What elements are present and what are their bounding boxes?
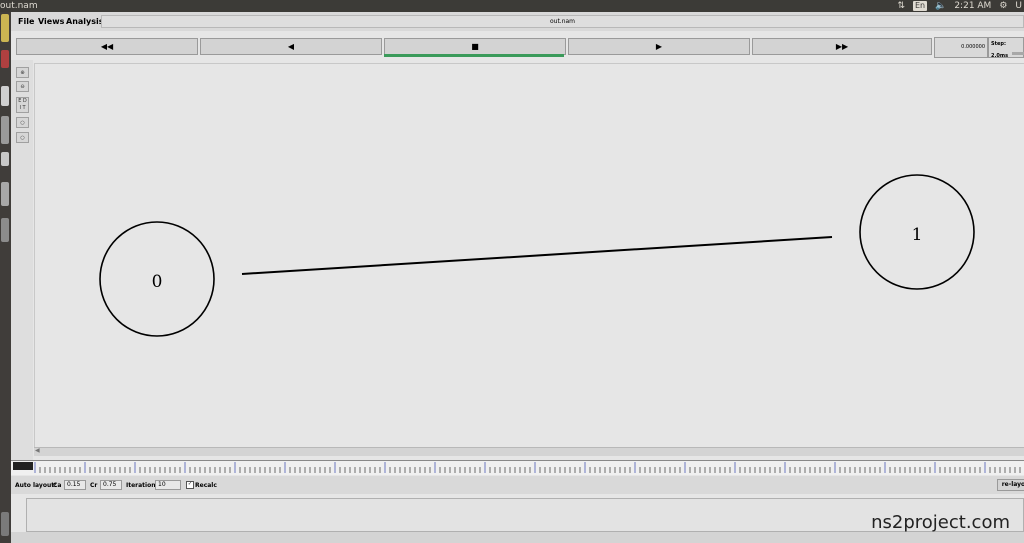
terminal-icon[interactable] bbox=[1, 218, 9, 242]
circle-icon[interactable]: ○ bbox=[16, 117, 29, 128]
circle-small-icon[interactable]: ○ bbox=[16, 132, 29, 143]
settings-icon[interactable] bbox=[1, 152, 9, 166]
keyboard-indicator[interactable]: En bbox=[912, 1, 928, 11]
ca-input[interactable]: 0.15 bbox=[64, 480, 86, 490]
timeline-ticks bbox=[34, 462, 1021, 473]
play-button[interactable]: ▶ bbox=[568, 38, 750, 55]
canvas-horizontal-scrollbar[interactable]: ◀ bbox=[34, 447, 1024, 456]
bottom-scrollbar[interactable] bbox=[11, 532, 1024, 543]
time-slider-handle[interactable] bbox=[13, 462, 33, 470]
menu-views[interactable]: Views bbox=[38, 17, 64, 26]
app-icon[interactable] bbox=[1, 182, 9, 206]
cr-input[interactable]: 0.75 bbox=[100, 480, 122, 490]
network-canvas[interactable]: 0 1 bbox=[34, 63, 1024, 448]
window-title: out.nam bbox=[0, 1, 38, 11]
clock[interactable]: 2:21 AM bbox=[954, 0, 991, 12]
auto-layout-label: Auto layout: bbox=[15, 482, 57, 489]
active-indicator bbox=[384, 54, 564, 57]
app-icon[interactable] bbox=[1, 50, 9, 68]
watermark-text: ns2project.com bbox=[871, 512, 1010, 533]
trash-icon[interactable] bbox=[1, 512, 9, 536]
node-1-label: 1 bbox=[912, 225, 923, 245]
fast-rewind-button[interactable]: ◀◀ bbox=[16, 38, 198, 55]
time-slider[interactable] bbox=[11, 460, 1024, 475]
fast-forward-button[interactable]: ▶▶ bbox=[752, 38, 932, 55]
topology-svg: 0 1 bbox=[99, 174, 975, 337]
network-icon[interactable]: ⇅ bbox=[897, 0, 905, 12]
link-0-1[interactable] bbox=[241, 236, 833, 275]
volume-icon[interactable]: 🔈 bbox=[935, 0, 946, 12]
app-icon[interactable] bbox=[1, 116, 9, 144]
menu-file[interactable]: File bbox=[18, 17, 34, 26]
stop-button[interactable]: ■ bbox=[384, 38, 566, 55]
launcher-sidebar bbox=[0, 12, 11, 543]
node-0-label: 0 bbox=[152, 272, 163, 292]
zoom-out-icon[interactable]: ⊖ bbox=[16, 81, 29, 92]
cr-label: Cr bbox=[90, 482, 98, 489]
recalc-label: Recalc bbox=[195, 482, 217, 489]
scroll-left-icon[interactable]: ◀ bbox=[35, 447, 40, 454]
files-icon[interactable] bbox=[1, 86, 9, 106]
time-display: 0.000000 bbox=[934, 37, 988, 58]
ca-label: Ca bbox=[53, 482, 62, 489]
iterations-input[interactable]: 10 bbox=[155, 480, 181, 490]
re-layout-button[interactable]: re-layout bbox=[997, 479, 1024, 491]
recalc-checkbox[interactable]: ✓ bbox=[186, 481, 194, 489]
step-slider[interactable] bbox=[1012, 52, 1024, 55]
auto-layout-bar: Auto layout: Ca 0.15 Cr 0.75 Iterations … bbox=[11, 476, 1024, 494]
system-top-bar: out.nam ⇅ En 🔈 2:21 AM ⚙ U bbox=[0, 0, 1024, 12]
file-name-field: out.nam bbox=[101, 15, 1024, 28]
menu-analysis[interactable]: Analysis bbox=[66, 17, 104, 26]
dash-icon[interactable] bbox=[1, 14, 9, 42]
edit-button[interactable]: E D I T bbox=[16, 97, 29, 113]
user-menu[interactable]: U bbox=[1015, 0, 1022, 12]
gear-icon[interactable]: ⚙ bbox=[999, 0, 1007, 12]
zoom-in-icon[interactable]: ⊕ bbox=[16, 67, 29, 78]
rewind-button[interactable]: ◀ bbox=[200, 38, 382, 55]
